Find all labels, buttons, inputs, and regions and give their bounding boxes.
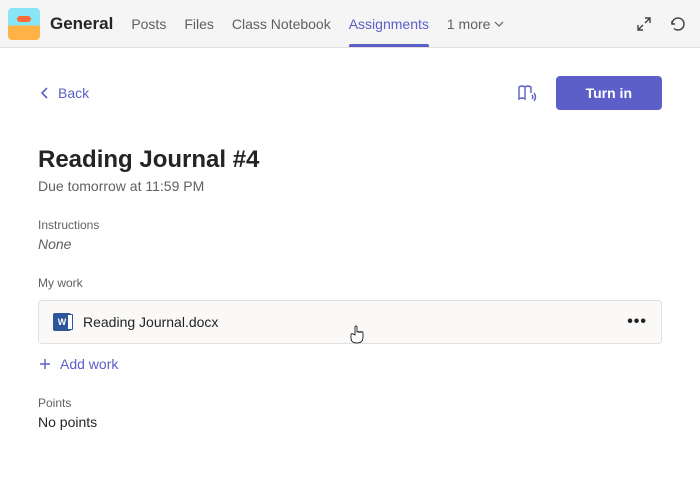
word-doc-icon: W (53, 313, 71, 331)
chevron-left-icon (38, 86, 52, 100)
instructions-value: None (38, 236, 662, 252)
top-bar: General Posts Files Class Notebook Assig… (0, 0, 700, 48)
assignment-title: Reading Journal #4 (38, 146, 662, 174)
tab-files[interactable]: Files (184, 0, 214, 47)
more-tabs[interactable]: 1 more (447, 16, 505, 32)
due-date: Due tomorrow at 11:59 PM (38, 178, 662, 194)
file-row[interactable]: W Reading Journal.docx ••• (38, 300, 662, 344)
book-audio-icon (516, 82, 538, 104)
instructions-label: Instructions (38, 218, 662, 232)
topbar-actions (634, 14, 688, 34)
expand-icon[interactable] (634, 14, 654, 34)
my-work-label: My work (38, 276, 662, 290)
content-header: Back Turn in (38, 76, 662, 110)
team-avatar (8, 8, 40, 40)
tab-assignments[interactable]: Assignments (349, 0, 429, 47)
plus-icon (38, 357, 52, 371)
points-value: No points (38, 414, 662, 430)
points-label: Points (38, 396, 662, 410)
file-name: Reading Journal.docx (83, 314, 627, 330)
tab-class-notebook[interactable]: Class Notebook (232, 0, 331, 47)
header-actions: Turn in (516, 76, 662, 110)
assignment-content: Back Turn in Reading Journal #4 Due tomo… (0, 48, 700, 450)
add-work-label: Add work (60, 356, 118, 372)
refresh-icon[interactable] (668, 14, 688, 34)
chevron-down-icon (494, 19, 504, 29)
add-work-button[interactable]: Add work (38, 356, 662, 372)
file-more-button[interactable]: ••• (627, 313, 647, 331)
channel-name: General (50, 14, 113, 34)
tab-posts[interactable]: Posts (131, 0, 166, 47)
back-button[interactable]: Back (38, 85, 89, 101)
more-tabs-label: 1 more (447, 16, 491, 32)
turn-in-button[interactable]: Turn in (556, 76, 662, 110)
immersive-reader-button[interactable] (516, 82, 538, 104)
tabs: Posts Files Class Notebook Assignments 1… (131, 0, 634, 47)
back-label: Back (58, 85, 89, 101)
